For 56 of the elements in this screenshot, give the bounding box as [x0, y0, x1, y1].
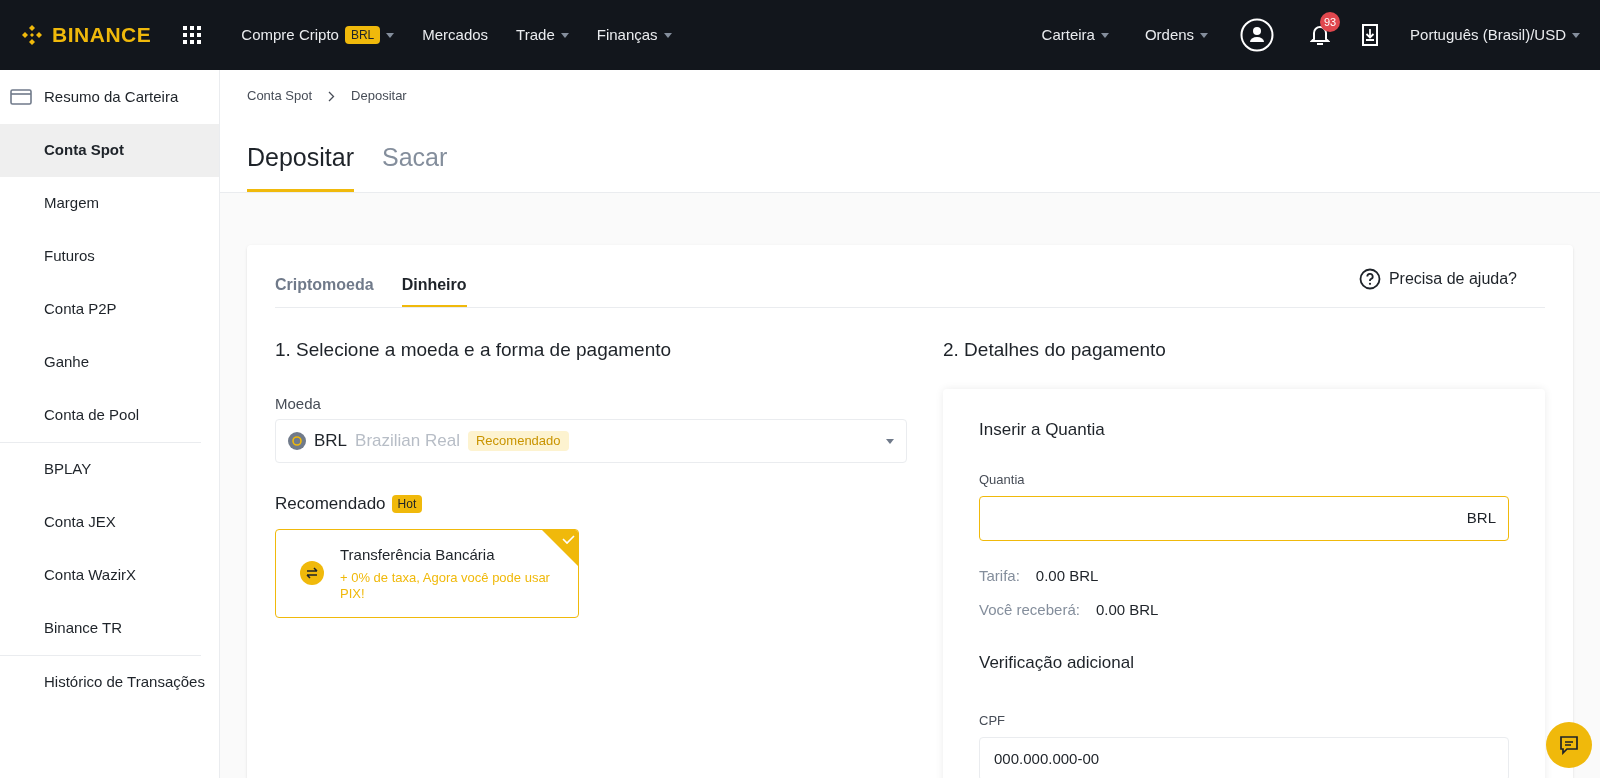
breadcrumb-link[interactable]: Depositar — [351, 86, 407, 106]
section-label: Recomendado — [275, 493, 386, 515]
cpf-input[interactable]: 000.000.000-00 — [979, 736, 1509, 778]
chat-icon — [1559, 735, 1579, 755]
chat-button[interactable] — [1546, 722, 1592, 768]
deposit-tab[interactable]: Criptomoeda — [275, 265, 374, 307]
nav-menu-item[interactable]: Finanças — [596, 23, 672, 47]
caret-icon — [560, 32, 569, 38]
wallet-icon — [10, 89, 32, 105]
notification-bell-icon[interactable] — [1310, 24, 1331, 46]
fee-value: 0.00 BRL — [1035, 565, 1099, 586]
field-label: CPF — [979, 712, 1006, 730]
section-title: 2. Detalhes do pagamento — [943, 338, 1167, 362]
fee-label: Você receberá: — [979, 600, 1080, 620]
nav-menu-item[interactable]: Ordens — [1144, 23, 1209, 47]
apps-grid-icon[interactable] — [183, 26, 202, 44]
nav-menu-item[interactable]: Mercados — [422, 23, 489, 47]
breadcrumb-link[interactable]: Conta Spot — [247, 86, 313, 106]
subsection-title: Verificação adicional — [979, 651, 1135, 674]
sidebar-item[interactable]: Conta Spot — [0, 124, 219, 177]
section-title: 1. Selecione a moeda e a forma de pagamento — [275, 338, 673, 362]
selected-check-icon — [542, 529, 578, 566]
transfer-arrows-icon — [300, 561, 324, 585]
nav-menu-item[interactable]: Carteira — [1041, 23, 1109, 47]
chevron-right-icon — [328, 90, 336, 102]
field-label: Quantia — [979, 471, 1026, 489]
payment-method-card[interactable]: Transferência Bancária + 0% de taxa, Agora você pode usar PIX! — [275, 528, 579, 618]
page-tab[interactable]: Depositar — [247, 122, 354, 192]
nav-menu-item[interactable]: Compre Cripto BRL — [241, 23, 395, 47]
caret-icon — [1572, 32, 1580, 38]
caret-icon — [1200, 32, 1209, 38]
field-label: Moeda — [275, 393, 322, 414]
caret-icon — [886, 438, 894, 444]
caret-icon — [1100, 32, 1109, 38]
brand-logo-text[interactable]: BINANCE — [52, 19, 152, 51]
deposit-tab[interactable]: Dinheiro — [401, 265, 467, 307]
coin-icon — [288, 432, 306, 450]
subsection-title: Inserir a Quantia — [979, 418, 1106, 441]
method-title: Transferência Bancária — [340, 544, 496, 565]
currency-select[interactable]: BRL Brazilian Real Recomendado — [275, 419, 907, 463]
caret-icon — [386, 32, 395, 38]
help-link[interactable]: Precisa de ajuda? — [1358, 267, 1517, 291]
hot-badge: Hot — [391, 494, 423, 513]
user-account-icon[interactable] — [1240, 18, 1275, 52]
fee-label: Tarifa: — [979, 565, 1020, 586]
nav-menu-item[interactable]: Trade — [516, 23, 569, 47]
nav-menu-item[interactable]: Português (Brasil)/USD — [1410, 23, 1580, 47]
method-note: + 0% de taxa, Agora você pode usar PIX! — [340, 570, 551, 603]
caret-icon — [663, 32, 672, 38]
logo-icon — [20, 23, 44, 47]
download-icon[interactable] — [1362, 24, 1379, 46]
amount-input[interactable]: BRL — [979, 495, 1509, 541]
currency-tag: BRL — [344, 26, 381, 44]
notification-count-badge: 93 — [1320, 12, 1341, 32]
fee-value: 0.00 BRL — [1095, 600, 1159, 620]
help-icon — [1358, 268, 1381, 290]
